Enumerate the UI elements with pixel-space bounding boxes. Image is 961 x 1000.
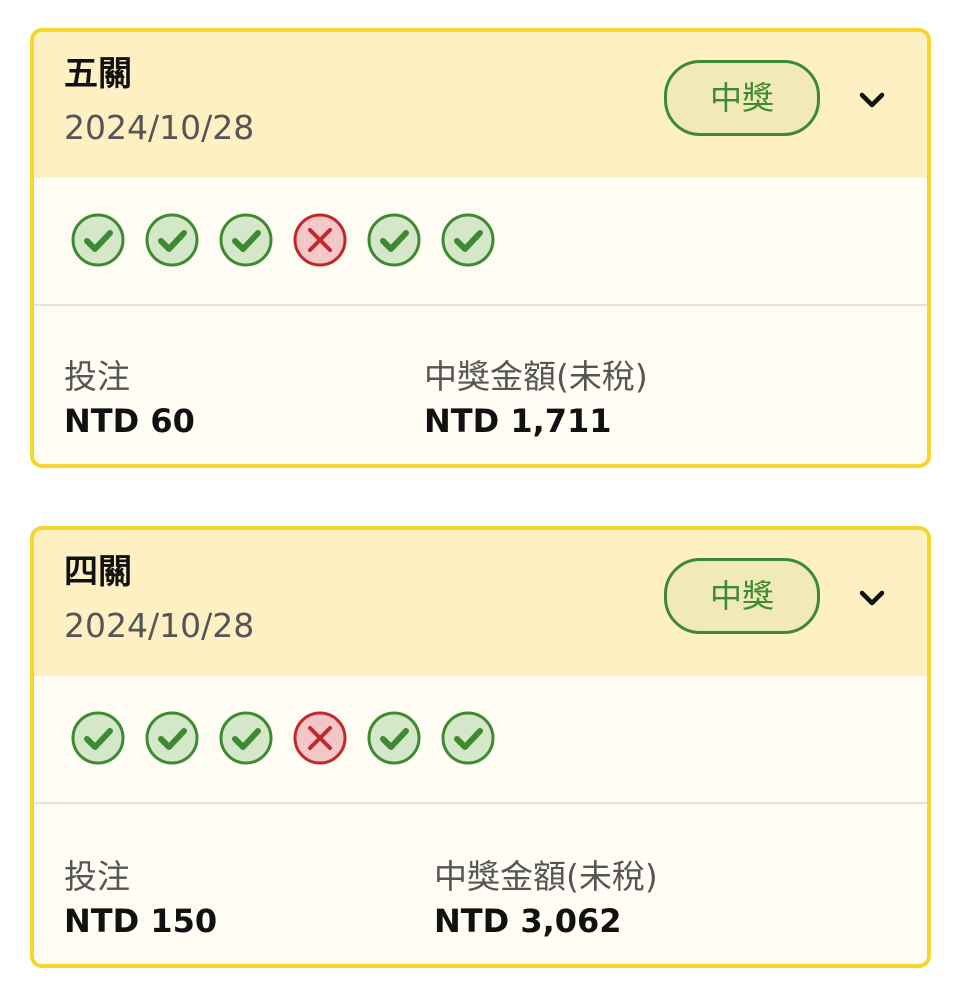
check-circle-icon (71, 213, 125, 267)
chevron-down-icon[interactable] (852, 578, 892, 618)
leg-results (70, 212, 496, 268)
stake-label: 投注 (64, 357, 130, 396)
bet-title: 四關 (64, 552, 132, 592)
check-circle-icon (367, 213, 421, 267)
payout-label: 中獎金額(未稅) (434, 857, 658, 896)
bet-card[interactable]: 五關 2024/10/28 中獎 投注 NTD 60 中獎金額(未稅) NTD … (30, 28, 931, 468)
bet-card-header[interactable]: 五關 2024/10/28 中獎 (34, 32, 927, 178)
stake-value: NTD 150 (64, 902, 218, 940)
bet-card[interactable]: 四關 2024/10/28 中獎 投注 NTD 150 中獎金額(未稅) NTD… (30, 526, 931, 968)
bet-date: 2024/10/28 (64, 606, 255, 645)
payout-value: NTD 3,062 (434, 902, 622, 940)
leg-results (70, 710, 496, 766)
divider (34, 304, 927, 306)
status-badge: 中獎 (664, 60, 820, 136)
chevron-down-icon[interactable] (852, 80, 892, 120)
payout-value: NTD 1,711 (424, 402, 612, 440)
check-circle-icon (441, 213, 495, 267)
bet-title: 五關 (64, 54, 132, 94)
check-circle-icon (219, 711, 273, 765)
status-badge: 中獎 (664, 558, 820, 634)
x-circle-icon (293, 213, 347, 267)
check-circle-icon (441, 711, 495, 765)
x-circle-icon (293, 711, 347, 765)
check-circle-icon (71, 711, 125, 765)
bet-date: 2024/10/28 (64, 108, 255, 147)
check-circle-icon (145, 711, 199, 765)
stake-label: 投注 (64, 857, 130, 896)
check-circle-icon (145, 213, 199, 267)
bet-card-header[interactable]: 四關 2024/10/28 中獎 (34, 530, 927, 676)
check-circle-icon (219, 213, 273, 267)
payout-label: 中獎金額(未稅) (424, 357, 648, 396)
divider (34, 802, 927, 804)
check-circle-icon (367, 711, 421, 765)
stake-value: NTD 60 (64, 402, 195, 440)
